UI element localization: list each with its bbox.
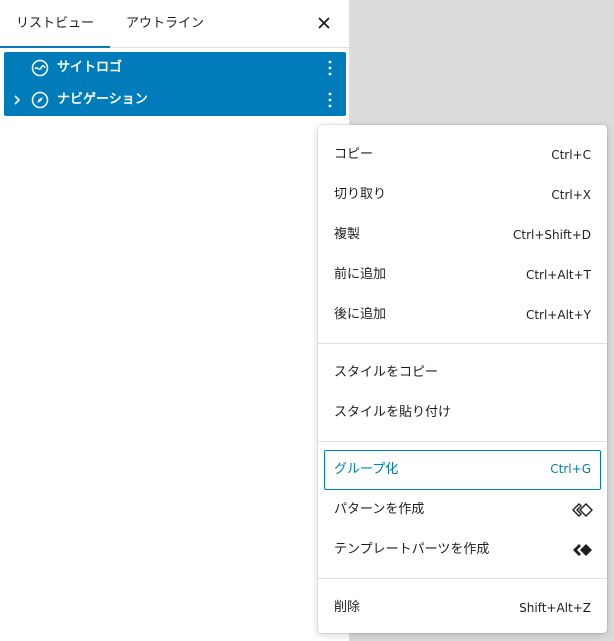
shortcut-text: Ctrl+X [551, 188, 591, 202]
shortcut-text: Ctrl+Shift+D [513, 228, 591, 242]
shortcut-text: Ctrl+Alt+T [525, 268, 591, 282]
list-view-panel: リストビュー アウトライン サイトロゴ ナビゲーション [0, 0, 350, 641]
menu-group-remove: 削除 Shift+Alt+Z [318, 578, 607, 636]
menu-group-clipboard: コピー Ctrl+C 切り取り Ctrl+X 複製 Ctrl+Shift+D 前… [318, 125, 607, 343]
tree-item-navigation[interactable]: ナビゲーション [4, 84, 346, 116]
block-options-menu: コピー Ctrl+C 切り取り Ctrl+X 複製 Ctrl+Shift+D 前… [318, 125, 607, 633]
shortcut-text: Ctrl+Alt+Y [525, 308, 591, 322]
menu-item-label: スタイルをコピー [334, 365, 439, 380]
panel-tabs: リストビュー アウトライン [0, 0, 349, 48]
menu-item-paste-styles[interactable]: スタイルを貼り付け [318, 393, 607, 433]
menu-item-insert-after[interactable]: 後に追加 Ctrl+Alt+Y [318, 295, 607, 335]
menu-item-duplicate[interactable]: 複製 Ctrl+Shift+D [318, 215, 607, 255]
menu-item-create-template-part[interactable]: テンプレートパーツを作成 [318, 530, 607, 570]
menu-item-label: 前に追加 [334, 267, 387, 282]
menu-group-styles: スタイルをコピー スタイルを貼り付け [318, 343, 607, 441]
menu-item-label: コピー [334, 147, 374, 162]
menu-item-insert-before[interactable]: 前に追加 Ctrl+Alt+T [318, 255, 607, 295]
pattern-outline-icon [572, 503, 593, 517]
menu-item-label: 切り取り [334, 187, 387, 202]
menu-item-label: 削除 [334, 600, 361, 615]
menu-item-copy-styles[interactable]: スタイルをコピー [318, 353, 607, 393]
site-logo-icon [31, 59, 49, 77]
menu-item-label: グループ化 [334, 462, 399, 477]
tree-item-label: サイトロゴ [57, 60, 123, 75]
menu-item-copy[interactable]: コピー Ctrl+C [318, 135, 607, 175]
tab-list-view[interactable]: リストビュー [0, 0, 110, 48]
menu-item-group[interactable]: グループ化 Ctrl+G [324, 450, 601, 490]
close-icon [318, 17, 330, 29]
menu-item-label: パターンを作成 [334, 502, 425, 517]
menu-item-cut[interactable]: 切り取り Ctrl+X [318, 175, 607, 215]
shortcut-text: Shift+Alt+Z [519, 601, 591, 615]
menu-item-label: 複製 [334, 227, 361, 242]
more-options-icon[interactable] [326, 90, 334, 110]
tree-item-site-logo[interactable]: サイトロゴ [4, 52, 346, 84]
menu-item-create-pattern[interactable]: パターンを作成 [318, 490, 607, 530]
more-options-icon[interactable] [326, 58, 334, 78]
navigation-icon [31, 91, 49, 109]
template-part-filled-icon [573, 544, 592, 556]
tab-outline[interactable]: アウトライン [126, 0, 204, 47]
menu-item-delete[interactable]: 削除 Shift+Alt+Z [318, 588, 607, 628]
menu-item-label: 後に追加 [334, 307, 387, 322]
chevron-right-icon[interactable] [12, 94, 22, 106]
tree-item-label: ナビゲーション [57, 92, 148, 107]
shortcut-text: Ctrl+C [551, 148, 591, 162]
menu-group-transform: グループ化 Ctrl+G パターンを作成 テンプレートパーツを作成 [318, 441, 607, 578]
close-button[interactable] [315, 14, 333, 32]
block-tree: サイトロゴ ナビゲーション [4, 52, 346, 116]
shortcut-text: Ctrl+G [550, 462, 591, 476]
menu-item-label: スタイルを貼り付け [334, 405, 452, 420]
menu-item-label: テンプレートパーツを作成 [334, 542, 490, 557]
